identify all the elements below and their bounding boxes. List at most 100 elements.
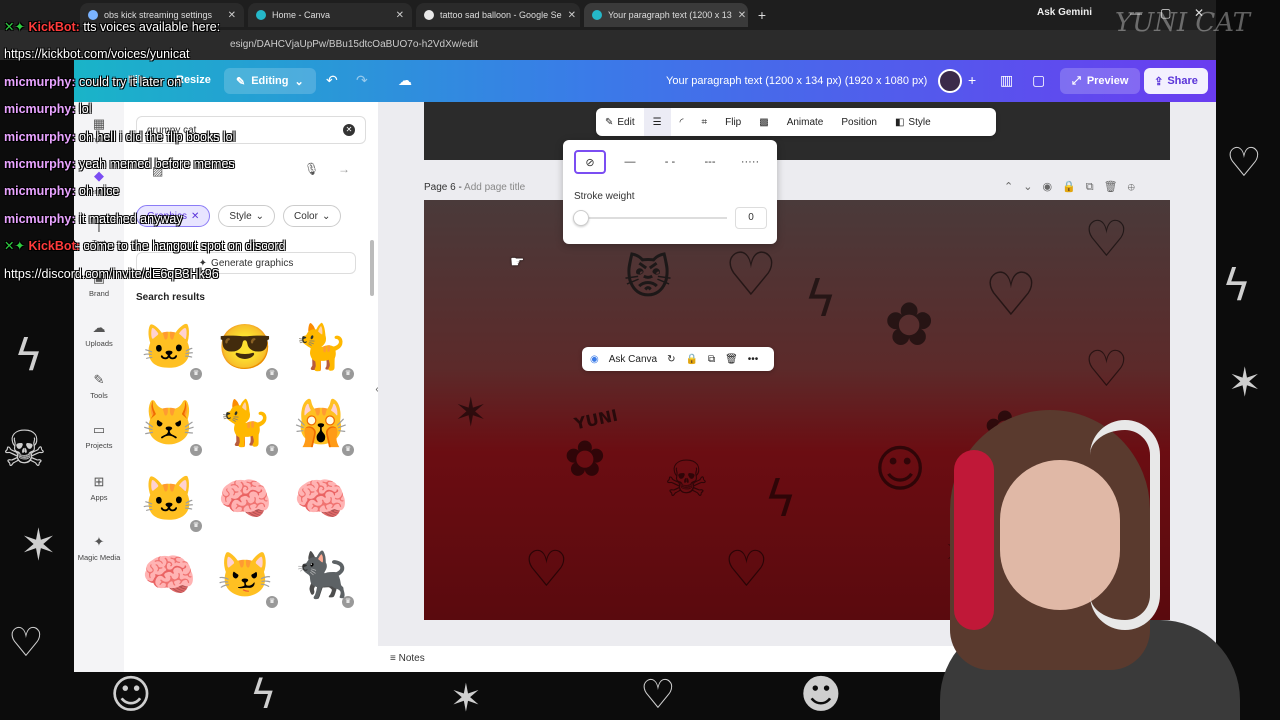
dotted-line-icon: ····· <box>740 156 760 168</box>
brain-character-graphic[interactable]: 🧠 <box>134 540 204 610</box>
animate-button[interactable]: Animate <box>778 108 833 136</box>
cloud-save-icon[interactable]: ☁ <box>398 72 412 89</box>
delete-icon[interactable]: 🗑 <box>725 354 738 365</box>
add-collaborator-icon[interactable]: + <box>968 72 976 88</box>
duplicate-icon[interactable]: ⧉ <box>708 354 715 365</box>
transparency-button[interactable]: ▩ <box>750 108 777 136</box>
grumpy-cat-graphic[interactable]: 🐱 ♛ <box>134 312 204 382</box>
flower-doodle-icon: ✿ <box>884 290 935 360</box>
no-border-option[interactable]: ⊘ <box>574 150 606 174</box>
corner-rounding-button[interactable]: ◜ <box>671 108 693 136</box>
insights-icon[interactable]: ▥ <box>1000 72 1013 89</box>
chevron-up-icon[interactable]: ⌃ <box>1004 181 1023 193</box>
webcam-red-hair <box>954 450 994 630</box>
heart-doodle-icon: ♡ <box>640 672 676 718</box>
add-page-title-input[interactable]: Add page title <box>464 182 525 193</box>
dashed-line-icon: - - <box>664 156 676 168</box>
ask-canva-button[interactable]: Ask Canva <box>609 354 657 365</box>
ask-canva-icon: ◉ <box>590 353 599 365</box>
avatar[interactable] <box>938 69 962 93</box>
stroke-weight-label: Stroke weight <box>574 191 635 202</box>
rail-item-projects[interactable]: ▭ Projects <box>74 422 124 450</box>
cat-with-hat-graphic[interactable]: 🐱 ♛ <box>134 464 204 534</box>
browser-tab[interactable]: tattoo sad balloon - Google Se ✕ <box>416 3 580 27</box>
add-page-icon[interactable]: ⊕ <box>1128 181 1145 193</box>
rail-item-magic-media[interactable]: ✦ Magic Media <box>74 534 124 562</box>
lightning-doodle-icon: ϟ <box>764 470 797 528</box>
stroke-weight-slider[interactable] <box>581 217 727 219</box>
position-button[interactable]: Position <box>832 108 886 136</box>
flip-button[interactable]: Flip <box>716 108 750 136</box>
ask-gemini-button[interactable]: Ask Gemini <box>1037 7 1092 18</box>
duplicate-page-icon[interactable]: ⧉ <box>1086 181 1104 193</box>
share-button[interactable]: ⇪ Share <box>1144 68 1208 94</box>
uploads-icon: ☁ <box>92 320 106 335</box>
projects-icon: ▭ <box>92 422 106 437</box>
rail-item-apps[interactable]: ⊞ Apps <box>74 474 124 502</box>
close-icon[interactable]: ✕ <box>568 10 576 21</box>
premium-crown-icon: ♛ <box>266 596 278 608</box>
chat-message: micmurphy: oh hell i did the flip books … <box>4 129 236 144</box>
close-icon[interactable]: ✕ <box>396 10 404 21</box>
rail-item-uploads[interactable]: ☁ Uploads <box>74 320 124 348</box>
lock-icon[interactable]: 🔒 <box>685 354 697 365</box>
grumpy-cat-element[interactable]: 😾 <box>624 250 672 304</box>
preview-button[interactable]: ⤢ Preview <box>1060 68 1141 94</box>
google-favicon-icon <box>424 10 434 20</box>
heart-doodle-icon: ♡ <box>8 620 44 666</box>
skull-doodle-icon: ☠ <box>2 420 47 478</box>
short-dash-line-icon: --- <box>704 156 716 168</box>
lock-icon[interactable]: 🔒 <box>1062 181 1086 193</box>
browser-tab-active[interactable]: Your paragraph text (1200 x 13 ✕ <box>584 3 748 27</box>
new-tab-icon[interactable]: + <box>752 7 772 23</box>
grey-brain-graphic[interactable]: 🧠 <box>286 464 356 534</box>
premium-crown-icon: ♛ <box>190 444 202 456</box>
solid-border-option[interactable]: — <box>614 150 646 174</box>
cat-with-sunglasses-graphic[interactable]: 😎 ♛ <box>210 312 280 382</box>
star-doodle-icon: ✶ <box>454 390 488 436</box>
search-results-heading: Search results <box>136 292 205 303</box>
more-options-icon[interactable]: ••• <box>748 354 759 365</box>
chevron-down-icon[interactable]: ⌄ <box>1023 181 1042 193</box>
black-cat-face-graphic[interactable]: 🐈‍⬛ ♛ <box>286 540 356 610</box>
flower-doodle-icon: ✿ <box>564 430 606 488</box>
screaming-cat-graphic[interactable]: 🙀 ♛ <box>286 388 356 458</box>
delete-page-icon[interactable]: 🗑 <box>1104 181 1128 193</box>
element-toolbar: ✎ Edit ☰ ◜ ⌗ Flip ▩ Animate Position ◧ Sty… <box>596 108 996 136</box>
cat-standing-graphic[interactable]: 🐈 ♛ <box>210 388 280 458</box>
page-actions: ⌃⌄◉🔒⧉🗑⊕ <box>1004 180 1145 194</box>
chat-message: https://kickbot.com/voices/yunicat <box>4 47 190 62</box>
heart-doodle-icon: ♡ <box>1084 340 1129 398</box>
element-context-bar: ◉ Ask Canva ↻ 🔒 ⧉ 🗑 ••• <box>582 347 774 371</box>
brain-graphic[interactable]: 🧠 <box>210 464 280 534</box>
style-button[interactable]: ◧ Style <box>886 108 940 136</box>
apps-icon: ⊞ <box>93 474 105 489</box>
lightning-doodle-icon: ϟ <box>1222 260 1252 311</box>
stroke-weight-slider-knob[interactable] <box>573 210 589 226</box>
smiley-doodle-icon: ☺ <box>110 672 152 718</box>
stroke-weight-input[interactable]: 0 <box>735 207 767 229</box>
rotate-icon[interactable]: ↻ <box>667 354 675 365</box>
solid-line-icon: — <box>624 156 636 168</box>
rail-item-tools[interactable]: ✎ Tools <box>74 372 124 400</box>
document-title[interactable]: Your paragraph text (1200 x 134 px) (192… <box>666 75 927 87</box>
short-dash-border-option[interactable]: --- <box>694 150 726 174</box>
grumpy-cat-sketch-graphic[interactable]: 😾 ♛ <box>134 388 204 458</box>
comments-icon[interactable]: ▢ <box>1032 72 1045 89</box>
hide-page-icon[interactable]: ◉ <box>1042 181 1062 193</box>
smirking-cat-graphic[interactable]: 😼 ♛ <box>210 540 280 610</box>
lightning-doodle-icon: ϟ <box>804 270 837 328</box>
share-icon: ⇪ <box>1154 75 1164 88</box>
border-style-button[interactable]: ☰ <box>643 108 671 136</box>
bot-badge-icon: ✕✦ <box>4 239 25 254</box>
edit-button[interactable]: ✎ Edit <box>596 108 644 136</box>
dashed-border-option[interactable]: - - <box>654 150 686 174</box>
star-doodle-icon: ✶ <box>450 676 482 720</box>
close-icon[interactable]: ✕ <box>738 10 746 21</box>
heart-doodle-icon: ♡ <box>984 260 1038 330</box>
page-title: Page 6 - Add page title <box>424 182 526 193</box>
standing-cat-graphic[interactable]: 🐈 ♛ <box>286 312 356 382</box>
heart-doodle-icon: ♡ <box>1084 210 1129 268</box>
crop-button[interactable]: ⌗ <box>692 108 716 136</box>
dotted-border-option[interactable]: ····· <box>734 150 766 174</box>
